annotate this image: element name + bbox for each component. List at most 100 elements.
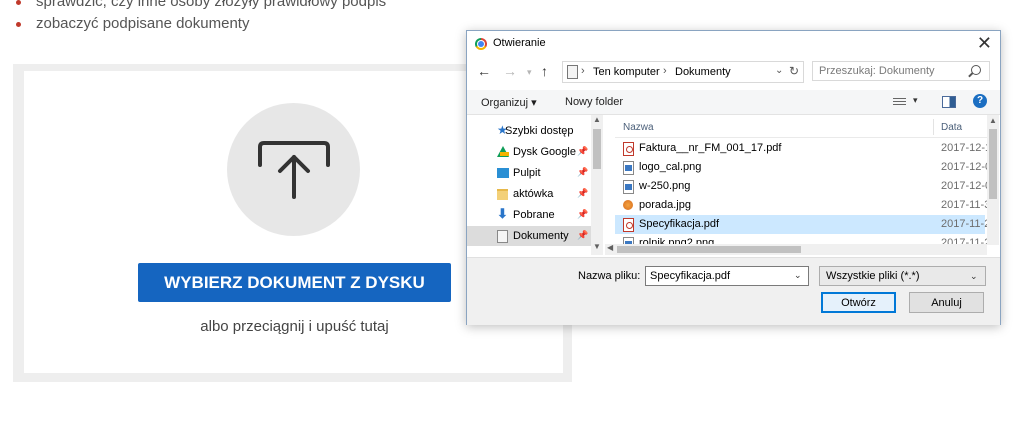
dialog-footer: Nazwa pliku: ⌄ Wszystkie pliki (*.*) ⌄ O…: [467, 257, 1000, 325]
folder-icon: [497, 189, 508, 200]
refresh-icon[interactable]: ↻: [789, 64, 799, 78]
list-item: sprawdzić, czy inne osoby złożyły prawid…: [14, 0, 386, 13]
open-button[interactable]: Otwórz: [821, 292, 896, 313]
column-header-date[interactable]: Data: [941, 122, 962, 133]
file-date: 2017-11-2: [941, 218, 987, 230]
list-item: zobaczyć podpisane dokumenty: [14, 13, 386, 35]
nav-scrollbar[interactable]: ▲ ▼: [591, 115, 603, 255]
column-divider[interactable]: [933, 119, 934, 135]
file-row[interactable]: porada.jpg 2017-11-3: [615, 196, 987, 215]
file-row[interactable]: Faktura__nr_FM_001_17.pdf 2017-12-1: [615, 139, 987, 158]
file-name: porada.jpg: [639, 199, 691, 211]
file-row[interactable]: logo_cal.png 2017-12-0: [615, 158, 987, 177]
scroll-left-icon[interactable]: ◀: [607, 243, 613, 252]
organize-label: Organizuj: [481, 97, 529, 109]
file-row[interactable]: w-250.png 2017-12-0: [615, 177, 987, 196]
breadcrumb-computer[interactable]: Ten komputer: [593, 66, 660, 78]
forward-arrow-icon[interactable]: →: [503, 63, 517, 79]
dialog-titlebar[interactable]: Otwieranie ✕: [467, 31, 1000, 57]
help-icon[interactable]: ?: [973, 94, 987, 108]
nav-item-label: Pulpit: [513, 167, 541, 179]
file-date: 2017-12-1: [941, 142, 987, 154]
pin-icon[interactable]: 📌: [577, 167, 588, 178]
file-name: logo_cal.png: [639, 161, 702, 173]
scrollbar-thumb[interactable]: [593, 129, 601, 169]
pdf-file-icon: [623, 142, 634, 156]
nav-item-label: Dokumenty: [513, 230, 569, 242]
filename-label: Nazwa pliku:: [578, 270, 641, 282]
address-bar[interactable]: › Ten komputer › Dokumenty ⌄ ↻: [562, 61, 804, 83]
cancel-button[interactable]: Anuluj: [909, 292, 984, 313]
column-header-row: Nazwa Data: [615, 115, 987, 138]
file-date: 2017-12-0: [941, 180, 987, 192]
file-list: Nazwa Data Faktura__nr_FM_001_17.pdf 201…: [615, 115, 987, 245]
preview-pane-icon[interactable]: [942, 96, 956, 108]
close-icon[interactable]: ✕: [977, 33, 992, 54]
search-input[interactable]: [812, 61, 990, 81]
file-name: Faktura__nr_FM_001_17.pdf: [639, 142, 782, 154]
chrome-icon: [475, 38, 487, 50]
view-options-icon[interactable]: [893, 98, 906, 107]
pin-icon[interactable]: 📌: [577, 209, 588, 220]
nav-item-desktop[interactable]: Pulpit 📌: [467, 163, 591, 183]
nav-item-label: Pobrane: [513, 209, 555, 221]
up-arrow-icon[interactable]: ↑: [541, 63, 548, 79]
choose-document-button[interactable]: WYBIERZ DOKUMENT Z DYSKU: [138, 263, 451, 302]
nav-item-label: Szybki dostęp: [505, 125, 574, 137]
chevron-down-icon[interactable]: ▾: [913, 95, 918, 106]
chevron-down-icon[interactable]: ⌄: [775, 65, 783, 76]
pin-icon[interactable]: 📌: [577, 146, 588, 157]
image-file-icon: [623, 180, 634, 194]
dialog-title: Otwieranie: [493, 37, 546, 49]
desktop-icon: [497, 168, 509, 178]
nav-item-quick-access[interactable]: ★ Szybki dostęp: [467, 121, 591, 141]
chevron-down-icon: ⌄: [970, 271, 978, 281]
column-header-name[interactable]: Nazwa: [623, 122, 654, 133]
scrollbar-thumb[interactable]: [617, 246, 801, 253]
nav-item-downloads[interactable]: ⬇ Pobrane 📌: [467, 205, 591, 225]
upload-circle: [227, 103, 360, 236]
file-list-horizontal-scrollbar[interactable]: ◀: [605, 243, 987, 255]
nav-item-google-drive[interactable]: Dysk Google 📌: [467, 142, 591, 162]
scrollbar-thumb[interactable]: [989, 129, 997, 199]
feature-list: sprawdzić, czy inne osoby złożyły prawid…: [14, 0, 386, 35]
google-drive-icon: [497, 146, 509, 157]
file-open-dialog: Otwieranie ✕ ← → ▾ ↑ › Ten komputer › Do…: [466, 30, 1001, 325]
new-folder-button[interactable]: Nowy folder: [565, 96, 623, 108]
file-type-select[interactable]: Wszystkie pliki (*.*) ⌄: [819, 266, 986, 286]
documents-icon: [497, 230, 508, 243]
organize-menu[interactable]: Organizuj ▾: [481, 96, 537, 109]
back-arrow-icon[interactable]: ←: [477, 63, 491, 79]
navigation-pane: ★ Szybki dostęp Dysk Google 📌 Pulpit 📌 a…: [467, 115, 603, 255]
breadcrumb-documents[interactable]: Dokumenty: [675, 66, 731, 78]
pin-icon[interactable]: 📌: [577, 188, 588, 199]
file-name: Specyfikacja.pdf: [639, 218, 720, 230]
dialog-toolbar: Organizuj ▾ Nowy folder ▾ ?: [467, 90, 1000, 115]
recent-locations-chevron-icon[interactable]: ▾: [527, 67, 532, 78]
search-icon[interactable]: [971, 65, 981, 75]
scroll-down-icon[interactable]: ▼: [593, 242, 601, 251]
filename-input[interactable]: [645, 266, 809, 286]
scroll-up-icon[interactable]: ▲: [989, 116, 997, 125]
pdf-file-icon: [623, 218, 634, 232]
chevron-right-icon[interactable]: ›: [581, 65, 585, 77]
nav-item-label: aktówka: [513, 188, 554, 200]
chevron-right-icon[interactable]: ›: [663, 65, 667, 77]
image-file-icon: [623, 161, 634, 175]
scroll-up-icon[interactable]: ▲: [593, 115, 601, 124]
drop-hint: albo przeciągnij i upuść tutaj: [200, 318, 389, 335]
file-type-value: Wszystkie pliki (*.*): [826, 270, 920, 282]
file-list-vertical-scrollbar[interactable]: ▲: [987, 115, 999, 245]
nav-item-label: Dysk Google: [513, 146, 576, 158]
nav-item-briefcase[interactable]: aktówka 📌: [467, 184, 591, 204]
file-name: w-250.png: [639, 180, 691, 192]
file-row-selected[interactable]: Specyfikacja.pdf 2017-11-2: [615, 215, 987, 234]
computer-icon: [567, 65, 578, 79]
navigation-row: ← → ▾ ↑ › Ten komputer › Dokumenty ⌄ ↻: [467, 61, 1000, 85]
nav-item-documents[interactable]: Dokumenty 📌: [467, 226, 591, 246]
download-icon: ⬇: [497, 206, 508, 221]
file-date: 2017-12-0: [941, 161, 987, 173]
upload-arrow-icon: [258, 141, 330, 199]
jpg-file-icon: [623, 199, 633, 211]
pin-icon[interactable]: 📌: [577, 230, 588, 241]
